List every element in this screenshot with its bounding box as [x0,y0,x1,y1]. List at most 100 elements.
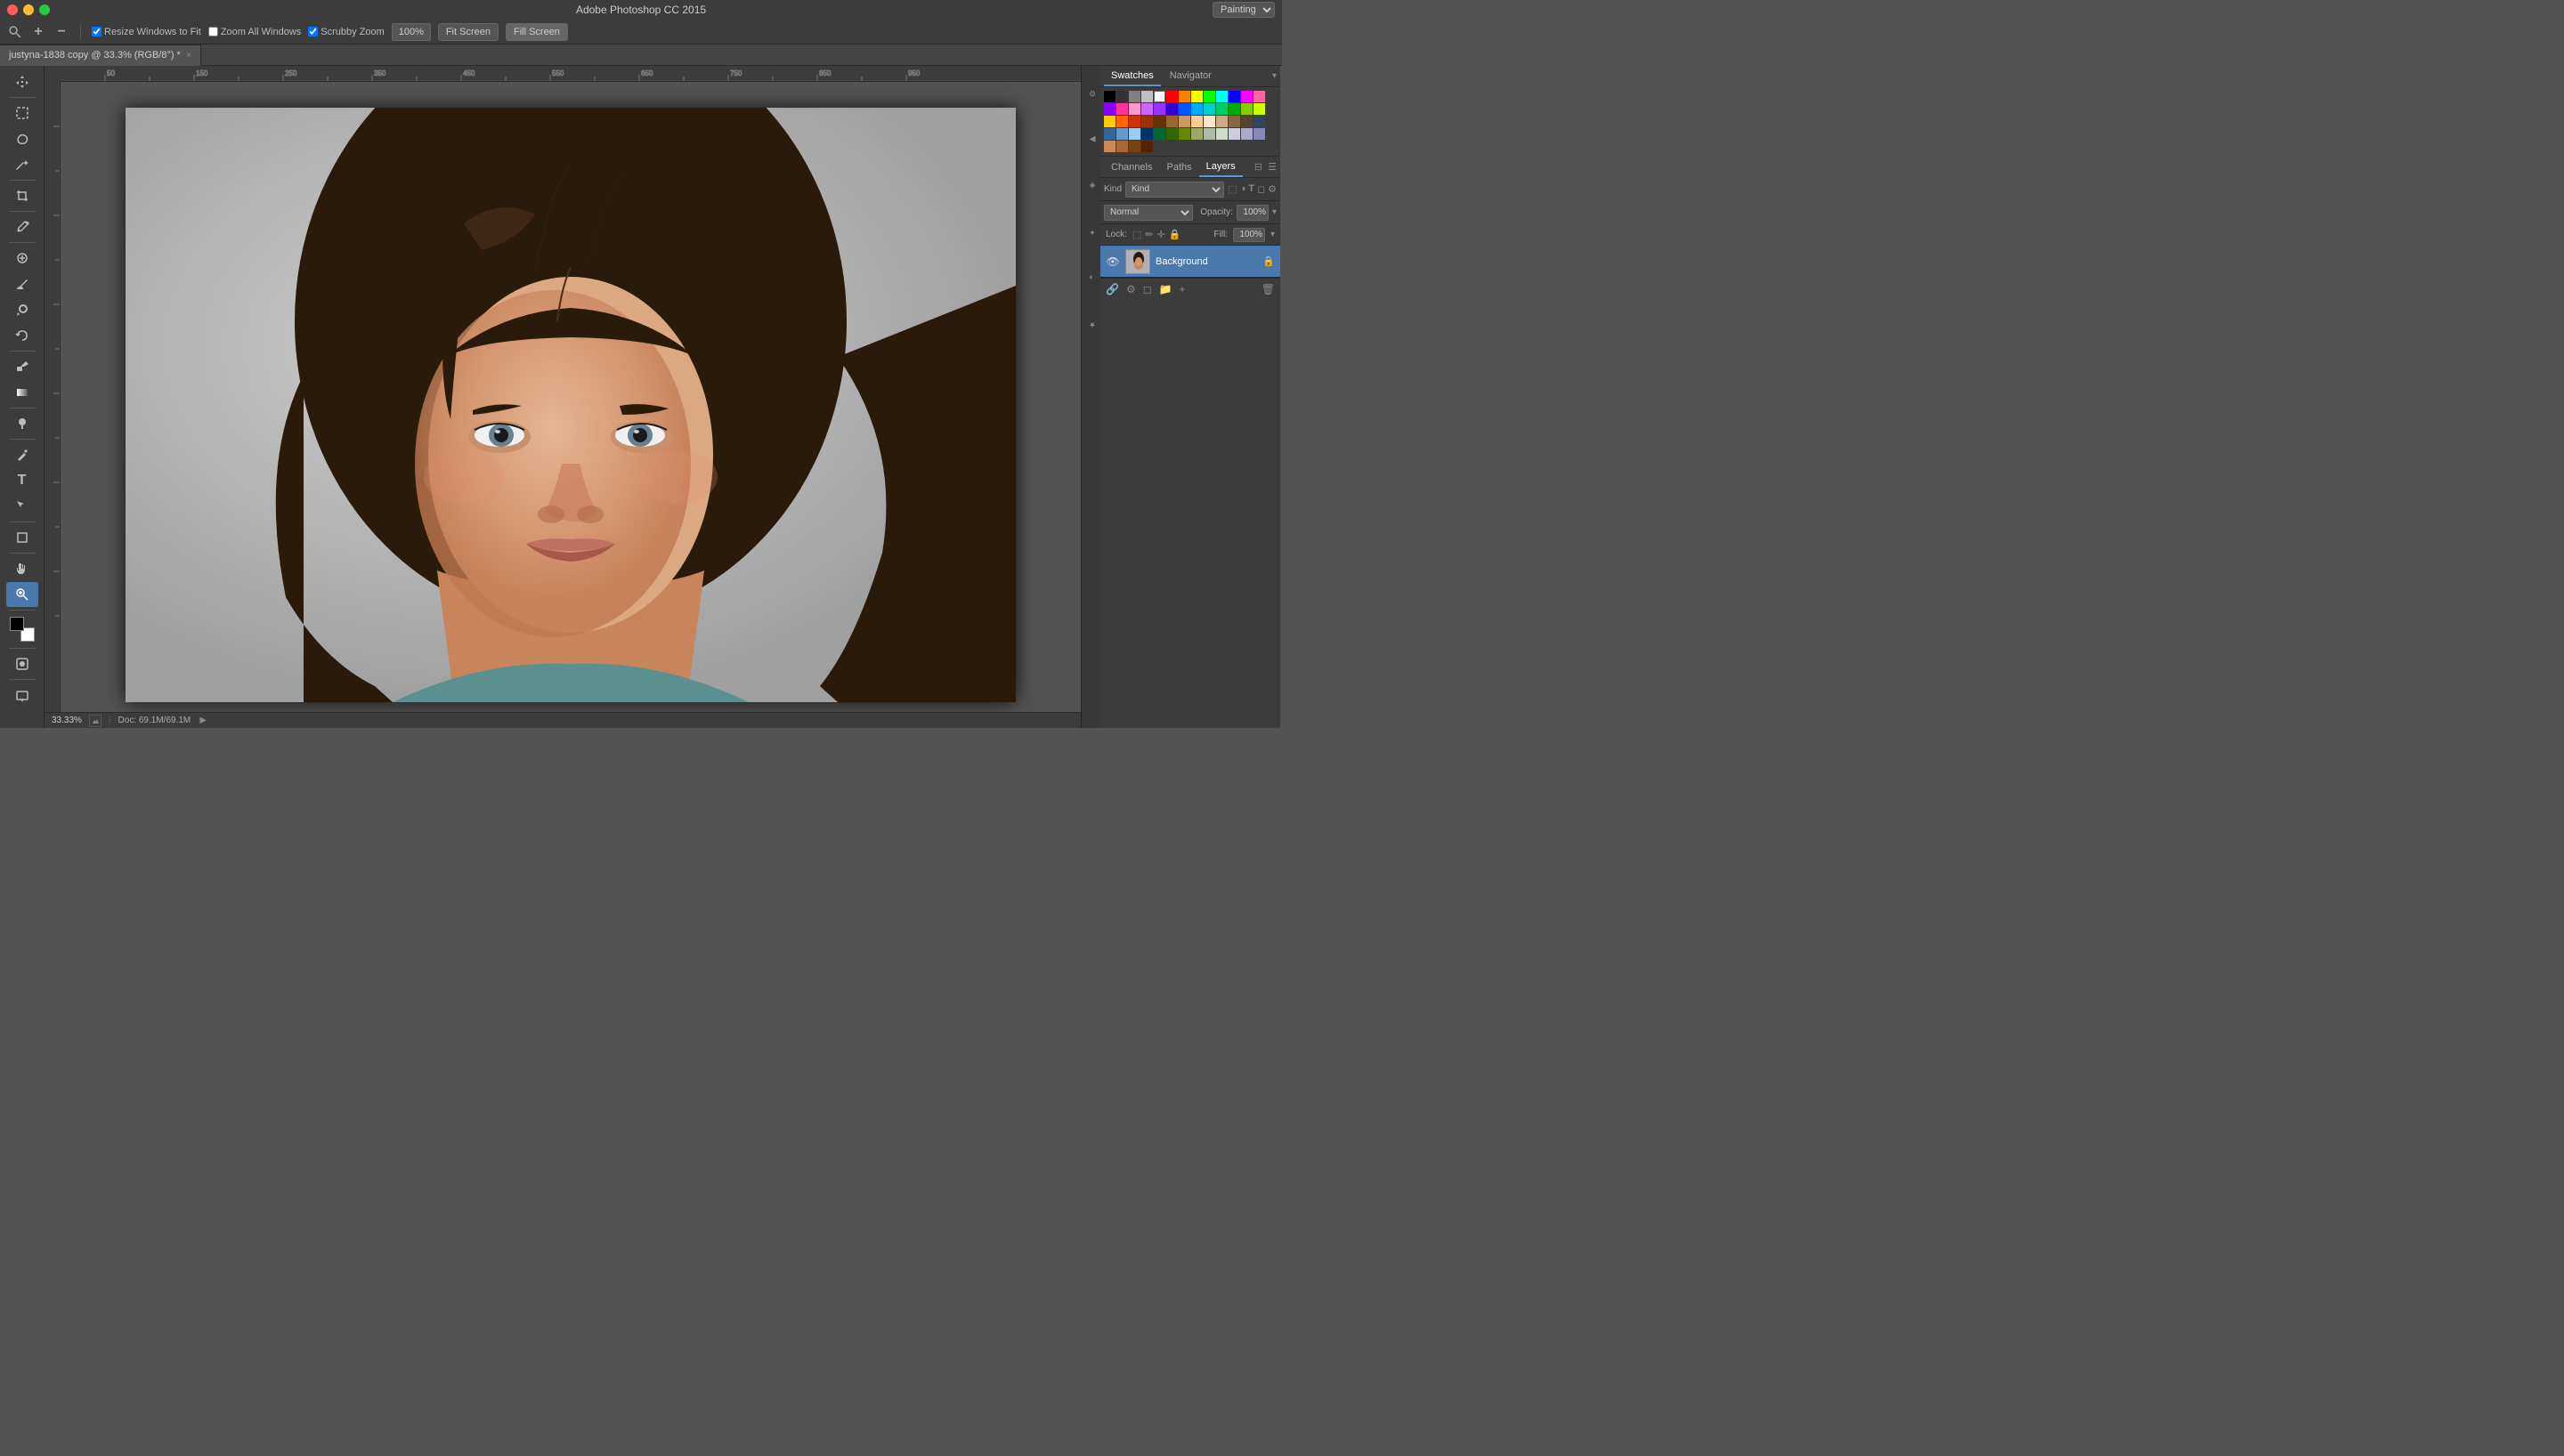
pen-tool[interactable] [6,442,38,467]
navigator-tab[interactable]: Navigator [1163,67,1219,86]
new-group-icon[interactable]: 📁 [1159,283,1172,295]
lock-position-icon[interactable]: ✛ [1157,229,1165,240]
history-brush-tool[interactable] [6,323,38,348]
fill-screen-button[interactable]: Fill Screen [506,23,568,41]
clone-stamp-tool[interactable] [6,297,38,322]
gradient-tool[interactable] [6,380,38,405]
screen-mode-tool[interactable] [6,683,38,708]
swatch-tan[interactable] [1166,116,1178,127]
strip-icon-tools[interactable]: ⚙ [1083,71,1100,114]
zoom-value-input[interactable] [392,23,431,41]
swatch-dark-gray[interactable] [1116,91,1128,102]
quick-mask-tool[interactable] [6,651,38,676]
strip-icon-styles[interactable]: ★ [1083,303,1100,345]
filter-type-icon[interactable]: T [1248,183,1254,195]
spot-heal-tool[interactable] [6,246,38,271]
swatch-lavender[interactable] [1141,103,1153,115]
swatch-blue[interactable] [1229,91,1240,102]
swatch-mint[interactable] [1204,128,1215,140]
blend-mode-select[interactable]: Normal [1104,205,1193,221]
swatch-moss[interactable] [1179,128,1190,140]
swatch-peach[interactable] [1191,116,1203,127]
document-tab[interactable]: justyna-1838 copy @ 33.3% (RGB/8°) * × [0,44,201,66]
swatches-tab[interactable]: Swatches [1104,67,1161,86]
resize-windows-input[interactable] [92,27,101,36]
add-mask-icon[interactable]: ◻ [1143,283,1152,295]
swatch-violet[interactable] [1104,103,1116,115]
magic-wand-tool[interactable] [6,152,38,177]
swatch-rust[interactable] [1116,141,1128,152]
swatch-purple[interactable] [1154,103,1165,115]
fill-arrow[interactable]: ▾ [1270,230,1275,239]
path-select-tool[interactable] [6,494,38,519]
swatch-navy[interactable] [1141,128,1153,140]
swatch-umber[interactable] [1141,141,1153,152]
close-button[interactable] [7,4,18,15]
swatch-olive[interactable] [1166,128,1178,140]
zoom-out-icon[interactable]: − [53,24,69,40]
swatch-forest[interactable] [1229,103,1240,115]
doc-info-arrow[interactable]: ▶ [198,716,208,726]
swatch-green[interactable] [1204,91,1215,102]
zoom-tool-icon[interactable] [7,24,23,40]
eraser-tool[interactable] [6,354,38,379]
filter-kind-select[interactable]: Kind [1125,182,1224,198]
marquee-tool[interactable] [6,101,38,125]
swatch-gold[interactable] [1104,116,1116,127]
zoom-all-checkbox[interactable]: Zoom All Windows [208,27,301,37]
scrubby-zoom-input[interactable] [308,27,318,36]
resize-windows-checkbox[interactable]: Resize Windows to Fit [92,27,201,37]
swatch-slate[interactable] [1254,116,1265,127]
strip-icon-actions[interactable]: ✦ [1083,210,1100,253]
workspace-select[interactable]: Painting [1213,2,1275,18]
maximize-button[interactable] [39,4,50,15]
channels-tab[interactable]: Channels [1104,158,1159,177]
scrubby-zoom-checkbox[interactable]: Scrubby Zoom [308,27,385,37]
strip-icon-color[interactable]: ▶ [1083,117,1100,160]
swatch-steel[interactable] [1104,128,1116,140]
swatch-light-pink[interactable] [1129,103,1140,115]
zoom-all-input[interactable] [208,27,218,36]
filter-smart-icon[interactable]: ⚙ [1268,183,1277,195]
filter-pixel-icon[interactable]: ⬚ [1228,183,1237,195]
swatch-beige[interactable] [1179,116,1190,127]
swatch-powder[interactable] [1129,128,1140,140]
add-style-icon[interactable]: ⚙ [1126,283,1136,295]
lock-transparent-icon[interactable]: ⬚ [1132,229,1141,240]
layer-item-background[interactable]: 👁 Background 🔒 [1100,246,1280,278]
swatch-white[interactable] [1154,91,1165,102]
minimize-button[interactable] [23,4,34,15]
swatch-deep-blue[interactable] [1166,103,1178,115]
opacity-input[interactable] [1237,205,1269,221]
dodge-tool[interactable] [6,411,38,436]
type-tool[interactable]: T [6,468,38,493]
brush-tool[interactable] [6,271,38,296]
swatch-dark-earth[interactable] [1241,116,1253,127]
swatch-pale-green[interactable] [1216,128,1228,140]
swatch-burnt[interactable] [1141,116,1153,127]
swatch-sienna[interactable] [1129,141,1140,152]
lock-pixels-icon[interactable]: ✏ [1145,229,1153,240]
paths-tab[interactable]: Paths [1159,158,1198,177]
swatch-gray[interactable] [1129,91,1140,102]
hand-tool[interactable] [6,556,38,581]
filter-adjust-icon[interactable]: ◑ [1240,183,1246,195]
swatch-emerald[interactable] [1216,103,1228,115]
move-tool[interactable] [6,69,38,94]
delete-layer-icon[interactable]: 🗑 [1262,283,1275,295]
zoom-tool[interactable] [6,582,38,607]
swatch-cyan[interactable] [1216,91,1228,102]
crop-tool[interactable] [6,183,38,208]
fill-input[interactable] [1233,228,1265,242]
swatch-teal[interactable] [1204,103,1215,115]
layers-action-menu[interactable]: ☰ [1268,161,1277,173]
save-status-icon[interactable] [89,715,101,727]
fg-bg-colors[interactable] [6,613,38,645]
swatch-sage[interactable] [1191,128,1203,140]
panel-collapse-btn[interactable]: ▾ [1272,71,1277,81]
swatch-brick[interactable] [1129,116,1140,127]
strip-icon-adjust[interactable]: ◑ [1083,256,1100,299]
swatch-copper[interactable] [1104,141,1116,152]
opacity-arrow[interactable]: ▾ [1272,207,1277,217]
swatch-periwinkle[interactable] [1241,128,1253,140]
